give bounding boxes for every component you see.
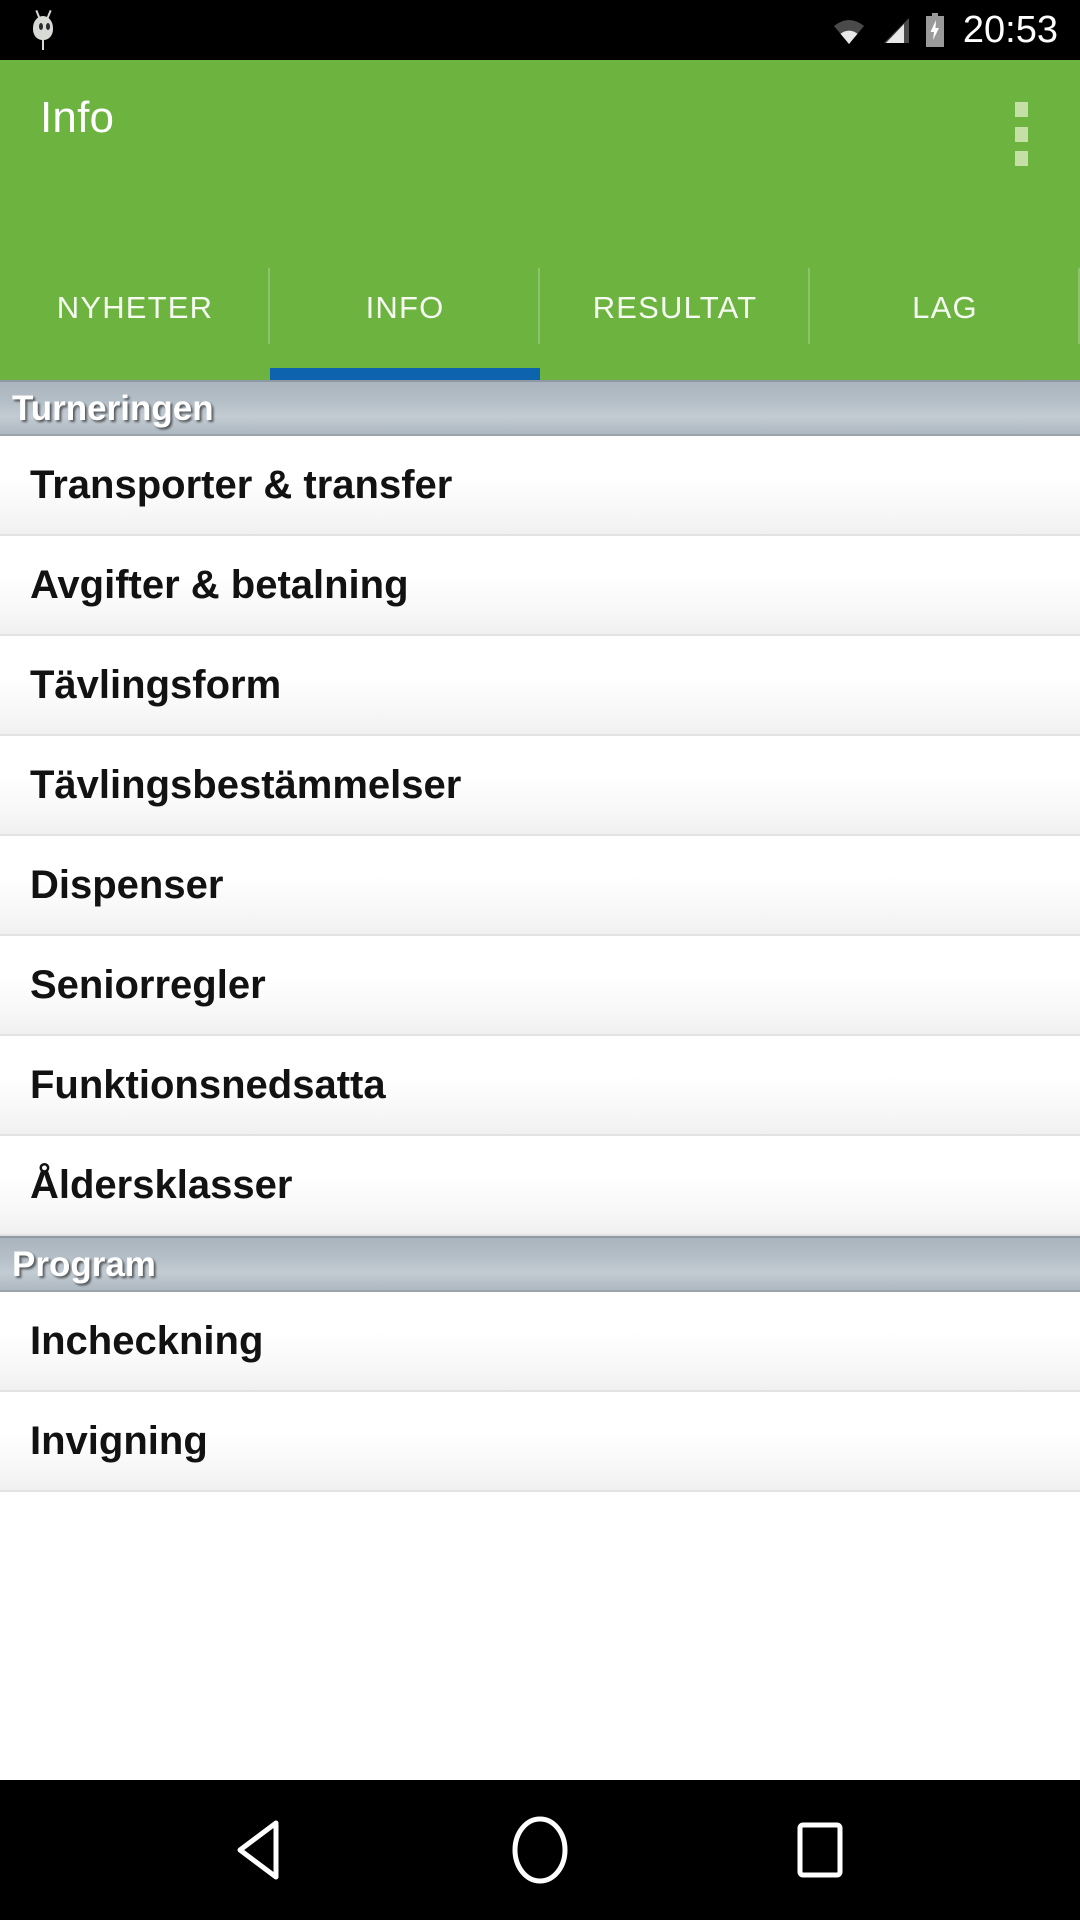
list-bottom-space — [0, 1492, 1080, 1532]
tab-label: LAG — [912, 290, 978, 325]
info-list[interactable]: Turneringen Transporter & transfer Avgif… — [0, 380, 1080, 1780]
overflow-menu-icon[interactable] — [1009, 96, 1033, 172]
wifi-icon — [832, 17, 866, 44]
section-header-label: Turneringen — [12, 388, 214, 428]
list-item-label: Seniorregler — [30, 963, 266, 1007]
list-item[interactable]: Åldersklasser — [0, 1136, 1080, 1236]
status-bar: 20:53 — [0, 0, 1080, 60]
list-item-label: Tävlingsform — [30, 663, 282, 707]
section-header-program: Program — [0, 1236, 1080, 1292]
list-item-label: Tävlingsbestämmelser — [30, 763, 462, 807]
list-item-label: Dispenser — [30, 863, 224, 907]
status-bar-left — [26, 8, 832, 52]
overflow-dot — [1014, 102, 1028, 117]
overflow-dot — [1014, 151, 1028, 166]
list-item[interactable]: Seniorregler — [0, 936, 1080, 1036]
list-item[interactable]: Funktionsnedsatta — [0, 1036, 1080, 1136]
tab-label: NYHETER — [56, 290, 214, 325]
list-item[interactable]: Tävlingsform — [0, 636, 1080, 736]
tab-indicator-slot — [540, 354, 810, 380]
list-item-label: Avgifter & betalning — [30, 563, 409, 607]
list-item-label: Åldersklasser — [30, 1163, 293, 1207]
tab-resultat[interactable]: RESULTAT — [540, 268, 810, 354]
list-item[interactable]: Invigning — [0, 1392, 1080, 1492]
list-item[interactable]: Transporter & transfer — [0, 436, 1080, 536]
tab-lag[interactable]: LAG — [810, 268, 1080, 354]
section-header-turneringen: Turneringen — [0, 380, 1080, 436]
overflow-dot — [1014, 126, 1028, 142]
tab-label: INFO — [365, 290, 445, 325]
list-item[interactable]: Tävlingsbestämmelser — [0, 736, 1080, 836]
page-title: Info — [40, 93, 115, 142]
phone-screen: 20:53 Info NYHETER INFO RESULTAT LAG Tur… — [0, 0, 1080, 1920]
section-header-label: Program — [12, 1244, 156, 1284]
tab-indicator-row — [0, 354, 1080, 380]
list-item-label: Invigning — [30, 1419, 208, 1463]
recents-square-icon[interactable] — [765, 1795, 875, 1905]
list-item-label: Incheckning — [30, 1319, 264, 1363]
signal-icon — [880, 17, 911, 44]
tab-label: RESULTAT — [592, 290, 758, 325]
list-item[interactable]: Dispenser — [0, 836, 1080, 936]
list-item-label: Funktionsnedsatta — [30, 1063, 386, 1107]
bug-notification-icon — [26, 8, 60, 52]
app-bar: Info — [0, 60, 1080, 292]
tab-info[interactable]: INFO — [270, 268, 540, 354]
system-navigation-bar — [0, 1780, 1080, 1920]
status-bar-clock: 20:53 — [962, 9, 1058, 51]
back-triangle-icon[interactable] — [205, 1795, 315, 1905]
tab-indicator-slot — [810, 354, 1080, 380]
tab-nyheter[interactable]: NYHETER — [0, 268, 270, 354]
status-bar-right: 20:53 — [832, 11, 1058, 49]
list-item[interactable]: Incheckning — [0, 1292, 1080, 1392]
battery-charging-icon — [925, 13, 945, 47]
tab-indicator-active — [270, 354, 540, 380]
list-item[interactable]: Avgifter & betalning — [0, 536, 1080, 636]
list-item-label: Transporter & transfer — [30, 463, 453, 507]
tab-indicator-slot — [0, 354, 270, 380]
home-circle-icon[interactable] — [485, 1795, 595, 1905]
tab-bar: NYHETER INFO RESULTAT LAG — [0, 268, 1080, 354]
